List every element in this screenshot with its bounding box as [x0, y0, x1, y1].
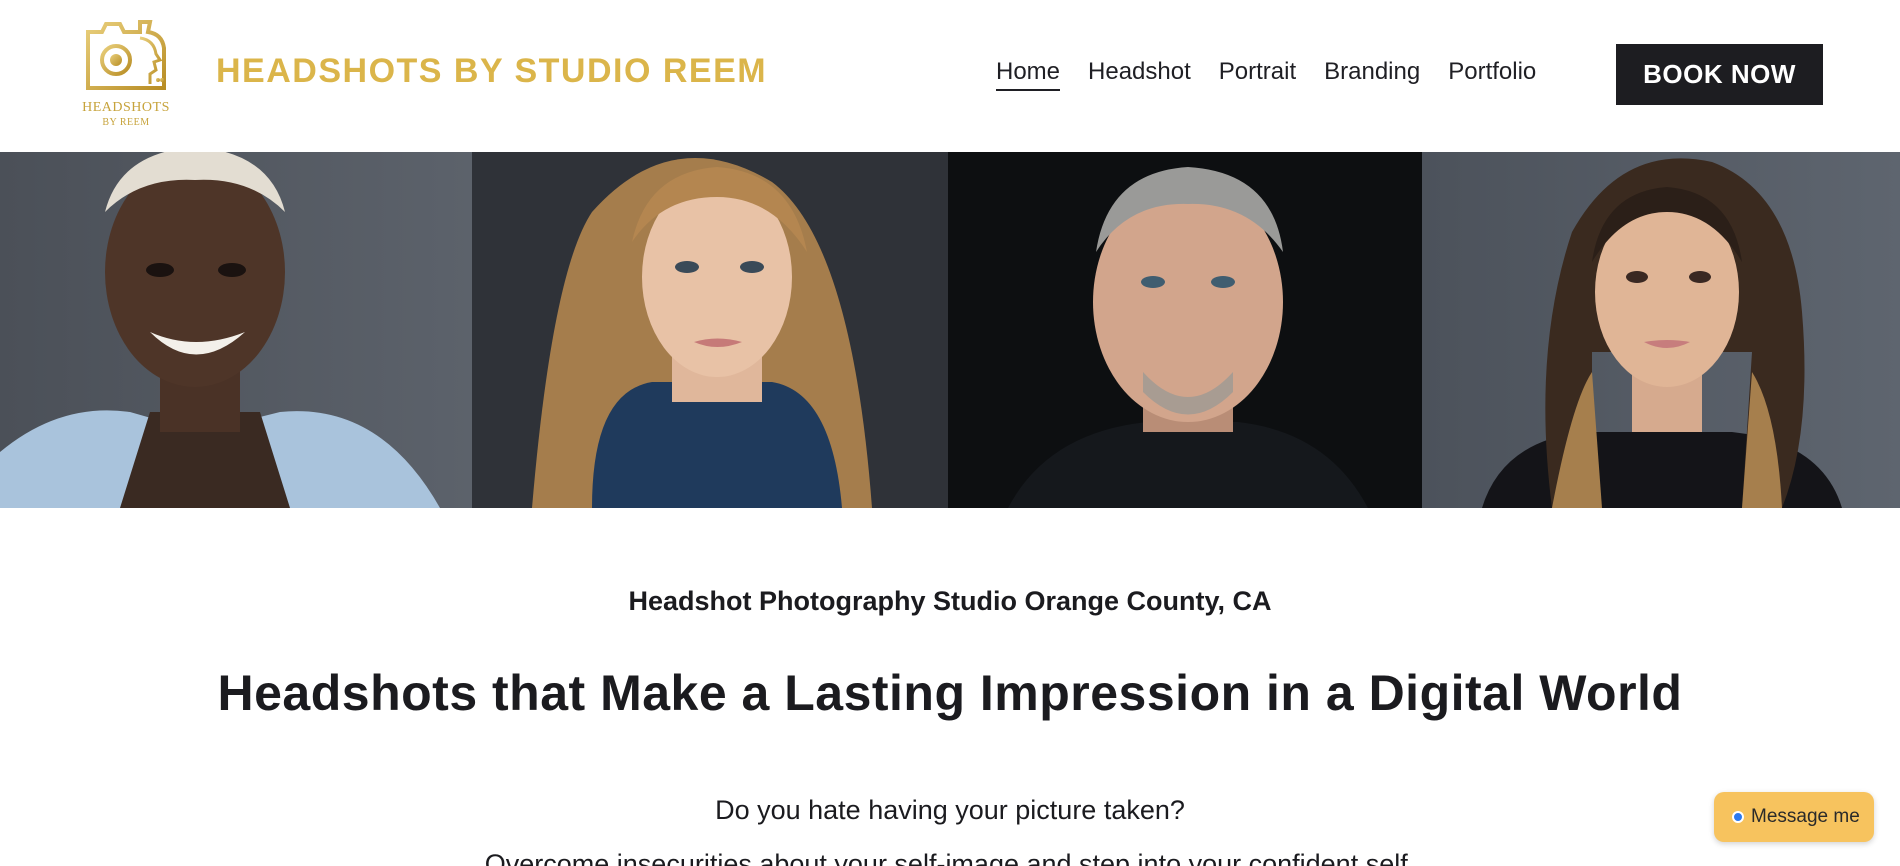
brand-title[interactable]: HEADSHOTS BY STUDIO REEM: [216, 52, 767, 91]
nav-headshot[interactable]: Headshot: [1088, 58, 1191, 91]
headshot-photo-3: [948, 152, 1422, 508]
message-me-widget[interactable]: Message me: [1714, 792, 1874, 842]
intro-headline: Headshots that Make a Lasting Impression…: [217, 665, 1683, 721]
headshot-photo-1: [0, 152, 472, 508]
book-now-button[interactable]: BOOK NOW: [1616, 44, 1823, 105]
intro-subtitle: Headshot Photography Studio Orange Count…: [628, 586, 1272, 616]
headshot-photo-4: [1422, 152, 1900, 508]
logo-text-headshots: HEADSHOTS: [82, 100, 170, 115]
logo-text-by-reem: BY REEM: [102, 117, 150, 128]
nav-home[interactable]: Home: [996, 58, 1061, 91]
camera-face-logo-icon: [86, 20, 166, 90]
nav-branding[interactable]: Branding: [1324, 58, 1420, 91]
intro-question: Do you hate having your picture taken?: [715, 795, 1185, 825]
online-status-icon: [1732, 811, 1744, 823]
site-logo[interactable]: HEADSHOTS BY REEM: [76, 18, 176, 134]
nav-portfolio[interactable]: Portfolio: [1448, 58, 1536, 91]
main-nav: Home Headshot Portrait Branding Portfoli…: [996, 58, 1564, 91]
nav-portrait[interactable]: Portrait: [1219, 58, 1296, 91]
site-header: HEADSHOTS BY REEM HEADSHOTS BY STUDIO RE…: [0, 0, 1900, 152]
intro-body: Overcome insecurities about your self-im…: [484, 849, 1416, 866]
headshot-photo-2: [472, 152, 948, 508]
message-me-label: Message me: [1751, 806, 1860, 827]
headshot-photo-strip: [0, 152, 1900, 508]
